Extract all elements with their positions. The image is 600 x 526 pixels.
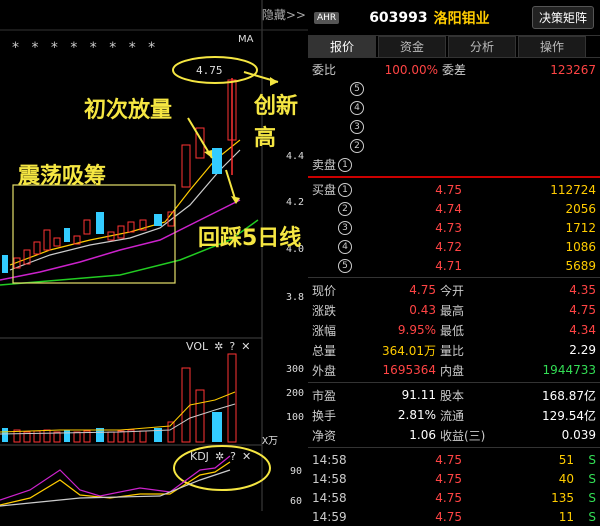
candle xyxy=(64,228,70,242)
close-icon[interactable]: ✕ xyxy=(241,340,250,353)
fund-row: 净资 1.06 收益(三) 0.039 xyxy=(312,428,596,443)
vol-tick: 100 xyxy=(286,412,305,423)
stat-row: 现价 4.75 今开 4.35 xyxy=(312,283,596,298)
vol-header: VOL ✲ ? ✕ xyxy=(186,340,250,353)
price-tick: 4.4 xyxy=(286,151,305,162)
weibi-label: 委比 xyxy=(312,63,337,77)
kdj-title: KDJ xyxy=(190,450,209,463)
weicha-label: 委差 xyxy=(442,63,467,77)
candle xyxy=(212,148,222,174)
stat-row: 总量 364.01万 量比 2.29 xyxy=(312,343,596,358)
sell-row: 5 xyxy=(308,79,600,98)
tab-operation[interactable]: 操作 xyxy=(518,36,586,57)
annotation-pullback: 回踩5日线 xyxy=(198,226,302,251)
kdj-k-line xyxy=(0,469,231,507)
tick-row: 14:58 4.75 51 S xyxy=(312,452,596,467)
annotation-accumulation: 震荡吸筹 xyxy=(18,164,107,189)
sell-row: 卖盘 1 xyxy=(308,155,600,174)
vol-tick: 200 xyxy=(286,388,305,399)
tick-row: 14:58 4.75 135 S xyxy=(312,490,596,505)
price-tick: 4.2 xyxy=(286,197,305,208)
tab-funds[interactable]: 资金 xyxy=(378,36,446,57)
sell-row: 3 xyxy=(308,117,600,136)
gear-icon[interactable]: ✲ xyxy=(214,340,223,353)
fund-row: 换手 2.81% 流通 129.54亿 xyxy=(312,408,596,423)
candle xyxy=(154,214,162,226)
annotation-first-volume: 初次放量 xyxy=(84,98,173,123)
buy-row[interactable]: 买盘 1 4.75 112724 xyxy=(308,180,600,199)
peak-price-label: 4.75 xyxy=(196,64,223,77)
ma-label: MA xyxy=(238,34,254,45)
buy-row[interactable]: 2 4.74 2056 xyxy=(308,199,600,218)
kdj-d-line xyxy=(0,461,231,506)
stat-row: 涨跌 0.43 最高 4.75 xyxy=(312,303,596,318)
candle xyxy=(96,212,104,234)
stock-code: 603993 xyxy=(369,9,428,26)
tab-analysis[interactable]: 分析 xyxy=(448,36,516,57)
weibi-value: 100.00% xyxy=(384,62,438,77)
sell-row: 4 xyxy=(308,98,600,117)
close-icon[interactable]: ✕ xyxy=(242,450,251,463)
candle xyxy=(43,229,51,251)
buy-row[interactable]: 3 4.73 1712 xyxy=(308,218,600,237)
tick-row: 14:59 4.75 11 S xyxy=(312,509,596,524)
fund-row: 市盈 91.11 股本 168.87亿 xyxy=(312,388,596,403)
candle xyxy=(181,144,191,188)
candle xyxy=(53,237,61,247)
candle xyxy=(2,255,8,273)
annotation-new-high: 创新高 xyxy=(254,94,299,151)
tick-row: 14:58 4.75 40 S xyxy=(312,471,596,486)
candle xyxy=(33,241,41,255)
kline-chart-area[interactable]: 隐藏>> * * * * * * * * MA 4.75 4.4 4.2 4.0… xyxy=(0,0,308,511)
quote-panel: AHR 603993 洛阳钼业 决策矩阵 报价 资金 分析 操作 委比 100.… xyxy=(308,0,600,524)
fundamentals: 市盈 91.11 股本 168.87亿 换手 2.81% 流通 129.54亿 净资 1.06… xyxy=(308,385,600,445)
vol-unit: X万 xyxy=(262,436,279,447)
decision-matrix-button[interactable]: 决策矩阵 xyxy=(531,6,594,29)
buy-row[interactable]: 5 4.71 5689 xyxy=(308,256,600,275)
tab-quote[interactable]: 报价 xyxy=(308,36,376,57)
kdj-tick: 60 xyxy=(290,496,303,507)
panel-tabs: 报价 资金 分析 操作 xyxy=(308,36,600,58)
buy-row[interactable]: 4 4.72 1086 xyxy=(308,237,600,256)
sell-row: 2 xyxy=(308,136,600,155)
vol-title: VOL xyxy=(186,340,209,353)
help-icon[interactable]: ? xyxy=(229,340,235,353)
buy-book: 买盘 1 4.75 112724 2 4.74 2056 3 4.73 1712 4 4.72 1… xyxy=(308,180,600,275)
candle xyxy=(83,219,91,235)
candle xyxy=(117,225,125,239)
stat-row: 外盘 1695364 内盘 1944733 xyxy=(312,363,596,378)
accumulation-box xyxy=(12,184,176,284)
weibi-row: 委比 100.00% 委差 123267 xyxy=(308,60,600,79)
kdj-tick: 90 xyxy=(290,466,303,477)
help-icon[interactable]: ? xyxy=(230,450,236,463)
tick-list: 14:58 4.75 51 S 14:58 4.75 40 S 14:58 4.75 135 S … xyxy=(308,450,600,526)
weicha-value: 123267 xyxy=(550,62,596,77)
kdj-header: KDJ ✲ ? ✕ xyxy=(190,450,251,463)
quote-stats: 现价 4.75 今开 4.35 涨跌 0.43 最高 4.75 涨幅 9.95% 最低 4.34 … xyxy=(308,280,600,380)
sell-book: 5 4 3 2 卖盘 1 xyxy=(308,79,600,174)
price-tick: 3.8 xyxy=(286,292,305,303)
stock-header: AHR 603993 洛阳钼业 决策矩阵 xyxy=(308,0,600,36)
vol-tick: 300 xyxy=(286,364,305,375)
ahr-badge[interactable]: AHR xyxy=(314,11,340,24)
book-divider xyxy=(308,176,600,178)
stat-row: 涨幅 9.95% 最低 4.34 xyxy=(312,323,596,338)
candle xyxy=(23,249,31,265)
stock-name: 洛阳钼业 xyxy=(433,10,490,27)
hide-toggle[interactable]: 隐藏>> xyxy=(262,6,306,23)
volume-bars xyxy=(2,353,237,443)
gear-icon[interactable]: ✲ xyxy=(215,450,224,463)
event-markers: * * * * * * * * xyxy=(12,40,160,56)
